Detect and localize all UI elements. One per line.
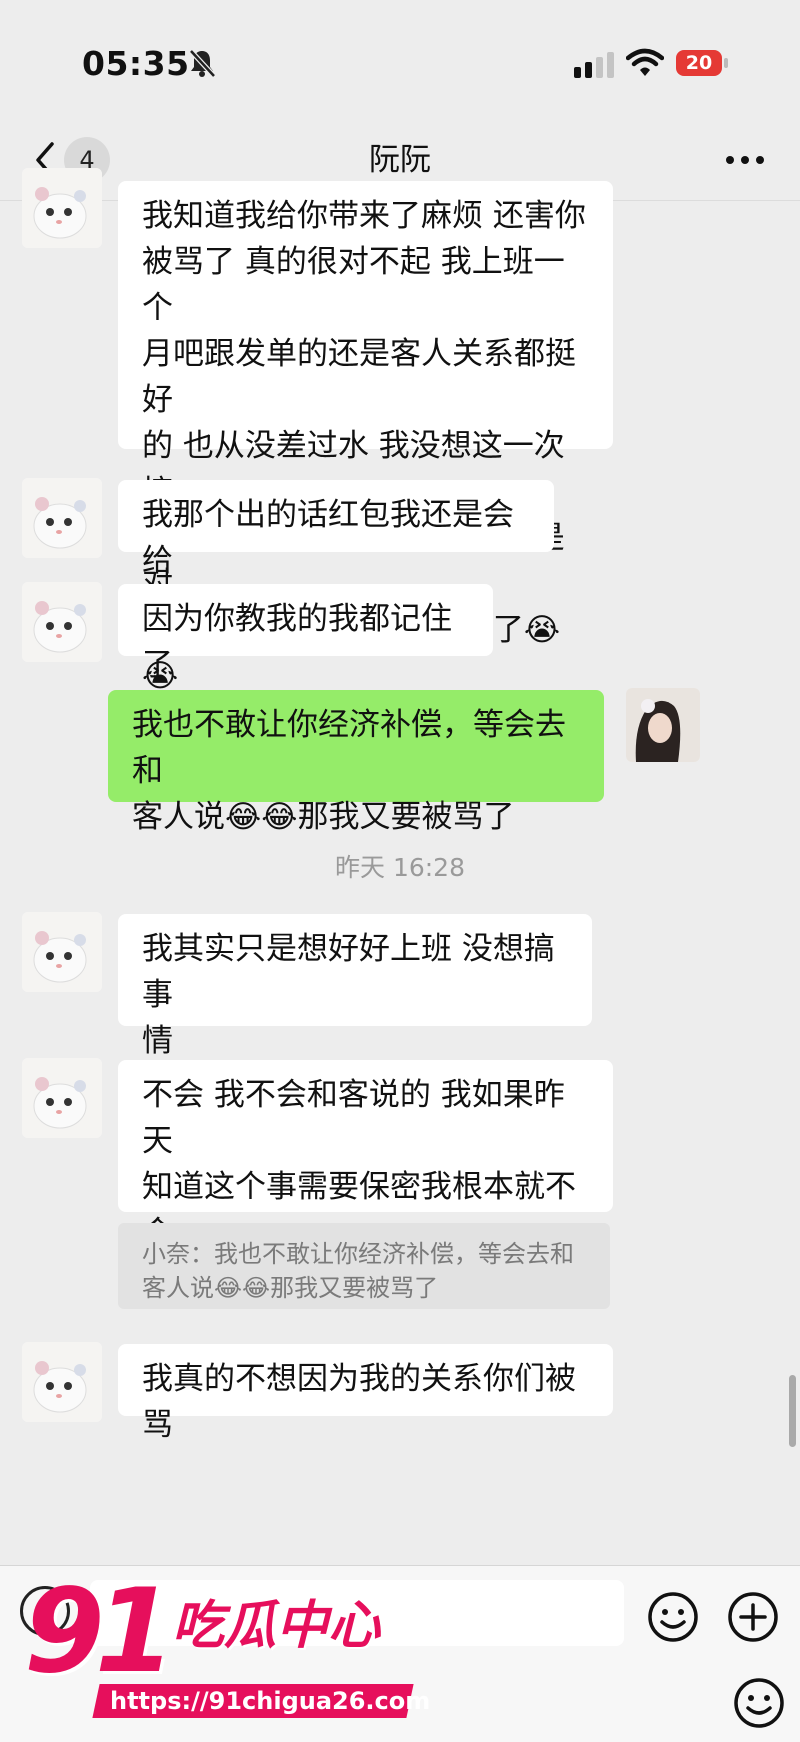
- signal-icon: [574, 52, 614, 78]
- watermark-number: 91: [24, 1564, 175, 1699]
- battery-nub: [724, 58, 728, 68]
- status-bar: 05:35 20: [0, 0, 800, 120]
- message-bubble[interactable]: 因为你教我的我都记住了: [118, 584, 493, 683]
- watermark-url-banner: https://91chigua26.com: [92, 1684, 430, 1718]
- cat-avatar[interactable]: [22, 1058, 102, 1138]
- cat-avatar[interactable]: [22, 912, 102, 992]
- muted-bell-icon: [189, 49, 216, 78]
- emoji-icon[interactable]: [732, 1676, 786, 1730]
- message-bubble[interactable]: 不会 我不会和客说的 我如果昨天 知道这个事需要保密我根本就不会 说: [118, 1060, 613, 1297]
- message-bubble[interactable]: 我真的不想因为我的关系你们被骂: [118, 1344, 613, 1443]
- message-bubble[interactable]: 我那个出的话红包我还是会给: [118, 480, 554, 579]
- more-dots-icon[interactable]: [720, 138, 770, 182]
- message-bubble[interactable]: 我知道我给你带来了麻烦 还害你 被骂了 真的很对不起 我上班一个 月吧跟发单的还…: [118, 181, 613, 694]
- cat-avatar[interactable]: [22, 582, 102, 662]
- wifi-icon: [626, 48, 664, 76]
- quoted-reply[interactable]: 小奈：我也不敢让你经济补偿，等会去和 客人说😂😂那我又要被骂了: [118, 1223, 610, 1309]
- battery-level: 20: [685, 52, 713, 74]
- my-message-bubble[interactable]: 我也不敢让你经济补偿，等会去和 客人说😂😂那我又要被骂了: [108, 690, 604, 835]
- battery-icon: 20: [676, 50, 730, 78]
- watermark-logo: 91 吃瓜中心 https://91chigua26.com: [24, 1564, 430, 1722]
- watermark-url: https://91chigua26.com: [110, 1687, 431, 1715]
- status-time: 05:35: [82, 44, 190, 83]
- message-bubble[interactable]: 我其实只是想好好上班 没想搞事 情: [118, 914, 592, 1059]
- timestamp: 昨天 16:28: [335, 853, 465, 882]
- girl-avatar[interactable]: [626, 688, 700, 762]
- plus-icon[interactable]: [726, 1590, 780, 1644]
- scrollbar[interactable]: [789, 1375, 796, 1447]
- cat-avatar[interactable]: [22, 1342, 102, 1422]
- cat-avatar[interactable]: [22, 168, 102, 248]
- watermark-text: 吃瓜中心: [172, 1596, 381, 1656]
- cat-avatar[interactable]: [22, 478, 102, 558]
- emoji-icon[interactable]: [646, 1590, 700, 1644]
